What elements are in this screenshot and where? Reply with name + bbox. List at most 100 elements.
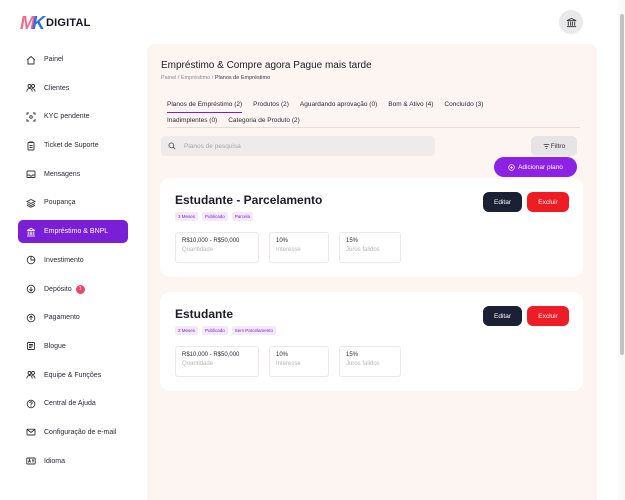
app: MK DIGITAL Painel Clientes KYC pendente …	[0, 0, 625, 500]
edit-button[interactable]: Editar	[483, 192, 522, 212]
breadcrumb-current: Planos de Empréstimo	[214, 75, 271, 81]
plan-tag: Sem Parcelamento	[231, 326, 277, 335]
stat-amount: R$10,000 - R$50,000 Quantidade	[175, 346, 259, 377]
add-plan-label: Adicionar plano	[518, 163, 563, 171]
plan-stats: R$10,000 - R$50,000 Quantidade 10% Inter…	[175, 346, 411, 377]
tab-bar: Planos de Empréstimo (2) Produtos (2) Ag…	[167, 97, 580, 129]
sidebar-item-poupanca[interactable]: Poupança	[18, 191, 128, 214]
scrollbar-thumb[interactable]	[620, 14, 624, 355]
clipboard-icon	[26, 141, 36, 151]
stat-interest: 10% Interesse	[269, 232, 329, 263]
sidebar-item-label: Central de Ajuda	[44, 400, 96, 408]
filter-label: Filtro	[550, 142, 566, 150]
sidebar-item-label: Depósito	[44, 285, 72, 293]
logo-text: DIGITAL	[46, 17, 91, 29]
search-icon	[168, 142, 176, 150]
tab-concluido[interactable]: Concluído (3)	[444, 97, 483, 113]
delete-button[interactable]: Excluir	[527, 306, 569, 326]
logo[interactable]: MK DIGITAL	[20, 14, 91, 32]
search-input[interactable]	[184, 142, 404, 150]
bank-icon	[26, 227, 36, 237]
plan-title: Estudante - Parcelamento	[175, 193, 323, 207]
plan-tag: 2 Meses	[175, 326, 199, 335]
tab-produtos[interactable]: Produtos (2)	[253, 97, 289, 113]
logo-mark: MK	[20, 13, 45, 33]
filter-icon	[543, 143, 550, 149]
filter-button[interactable]: Filtro	[531, 136, 577, 156]
bank-button[interactable]	[559, 10, 583, 34]
stat-value: R$10,000 - R$50,000	[182, 238, 240, 244]
stat-default-interest: 15% Juros falidos	[339, 232, 401, 263]
stat-label: Juros falidos	[346, 247, 380, 253]
plan-title: Estudante	[175, 307, 234, 321]
sidebar-item-mensagens[interactable]: Mensagens	[18, 163, 128, 186]
sidebar-item-label: KYC pendente	[44, 113, 90, 121]
plan-tags: 2 Meses Publicado Sem Parcelamento	[175, 326, 280, 335]
sidebar-item-pagamento[interactable]: Pagamento	[18, 306, 128, 329]
sidebar-item-label: Pagamento	[44, 314, 80, 322]
team-icon	[26, 370, 36, 380]
add-circle-icon	[508, 163, 515, 171]
plan-stats: R$10,000 - R$50,000 Quantidade 10% Inter…	[175, 232, 411, 263]
stat-value: 10%	[276, 238, 289, 244]
home-icon	[26, 55, 36, 65]
add-plan-button[interactable]: Adicionar plano	[494, 157, 577, 177]
sidebar-item-idioma[interactable]: Idioma	[18, 450, 128, 473]
sidebar-item-label: Investimento	[44, 256, 84, 264]
plan-tag: 3 Meses	[175, 212, 199, 221]
upload-icon	[26, 313, 36, 323]
sidebar-item-clientes[interactable]: Clientes	[18, 77, 128, 100]
sidebar-item-email[interactable]: Configuração de e-mail	[18, 421, 128, 444]
stat-value: 15%	[346, 352, 359, 358]
plan-tag: Publicado	[202, 326, 228, 335]
sidebar-item-painel[interactable]: Painel	[18, 48, 128, 71]
sidebar-item-label: Painel	[44, 56, 64, 63]
stat-value: 15%	[346, 238, 359, 244]
help-icon	[26, 399, 36, 409]
stat-label: Quantidade	[182, 361, 214, 367]
delete-button[interactable]: Excluir	[527, 192, 569, 212]
sidebar-item-investimento[interactable]: Investimento	[18, 249, 128, 272]
breadcrumb: Painel / Empréstimo / Planos de Emprésti…	[161, 75, 270, 81]
stat-amount: R$10,000 - R$50,000 Quantidade	[175, 232, 259, 263]
sidebar-item-ajuda[interactable]: Central de Ajuda	[18, 392, 128, 415]
pie-icon	[26, 255, 36, 265]
breadcrumb-item[interactable]: Empréstimo	[181, 75, 210, 81]
stat-label: Quantidade	[182, 247, 214, 253]
users-icon	[26, 83, 36, 93]
sidebar-item-label: Poupança	[44, 199, 76, 207]
plan-tags: 3 Meses Publicado Parcela	[175, 212, 257, 221]
tabs-divider	[167, 127, 580, 128]
page-title: Empréstimo & Compre agora Pague mais tar…	[161, 60, 372, 71]
sidebar-item-equipe[interactable]: Equipe & Funções	[18, 364, 128, 387]
stat-value: 10%	[276, 352, 289, 358]
stat-interest: 10% Interesse	[269, 346, 329, 377]
plan-tag: Publicado	[202, 212, 228, 221]
sidebar-item-kyc[interactable]: KYC pendente	[18, 105, 128, 128]
stat-default-interest: 15% Juros falidos	[339, 346, 401, 377]
tab-bom-ativo[interactable]: Bom & Ativo (4)	[388, 97, 433, 113]
sidebar-item-emprestimo[interactable]: Empréstimo & BNPL	[18, 220, 128, 244]
plan-card: Estudante 2 Meses Publicado Sem Parcelam…	[160, 292, 583, 391]
sidebar-item-ticket[interactable]: Ticket de Suporte	[18, 134, 128, 157]
sidebar-item-deposito[interactable]: Depósito 1	[18, 278, 128, 301]
tab-planos[interactable]: Planos de Empréstimo (2)	[167, 97, 243, 113]
stat-label: Interesse	[276, 361, 301, 367]
sidebar-item-label: Ticket de Suporte	[44, 142, 99, 150]
inbox-icon	[26, 169, 36, 179]
search-bar	[161, 136, 435, 156]
stat-label: Juros falidos	[346, 361, 380, 367]
breadcrumb-item[interactable]: Painel	[161, 75, 176, 81]
notification-badge: 1	[75, 284, 85, 294]
plan-tag: Parcela	[231, 212, 254, 221]
download-icon	[26, 284, 36, 294]
sidebar-item-blogue[interactable]: Blogue	[18, 335, 128, 358]
stat-value: R$10,000 - R$50,000	[182, 352, 240, 358]
sidebar-item-label: Mensagens	[44, 170, 81, 178]
plan-card: Estudante - Parcelamento 3 Meses Publica…	[160, 178, 583, 277]
sidebar: Painel Clientes KYC pendente Ticket de S…	[18, 48, 128, 478]
bank-icon	[566, 17, 576, 27]
language-icon	[26, 456, 36, 466]
edit-button[interactable]: Editar	[483, 306, 522, 326]
tab-aguardando[interactable]: Aguardando aprovação (0)	[300, 97, 377, 113]
